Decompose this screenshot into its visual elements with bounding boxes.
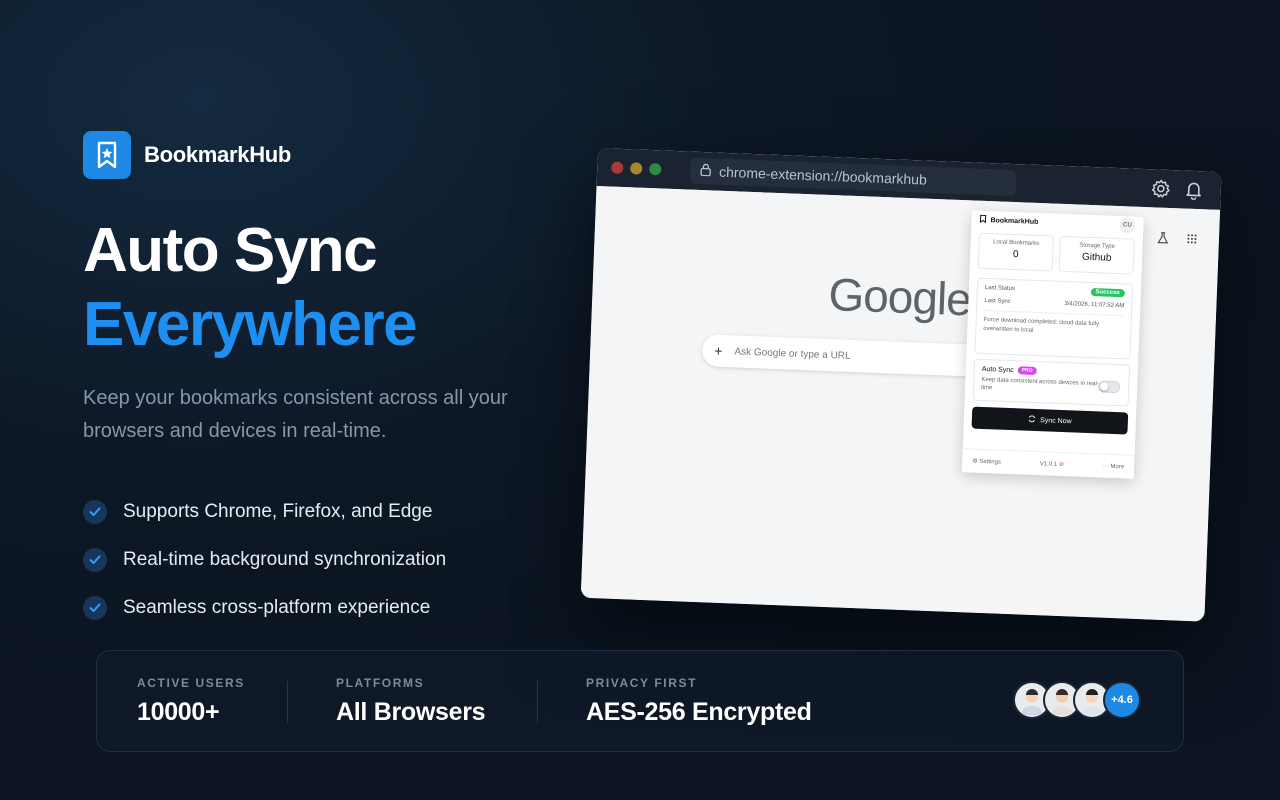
- stats-bar: ACTIVE USERS 10000+ PLATFORMS All Browse…: [96, 650, 1184, 752]
- divider: [537, 681, 538, 723]
- plus-icon: +: [714, 342, 723, 359]
- labs-flask-icon: [1157, 232, 1170, 247]
- popup-title-wrap: BookmarkHub: [979, 214, 1039, 227]
- stat-platforms: PLATFORMS All Browsers: [336, 676, 486, 727]
- local-bookmarks-value: 0: [1012, 249, 1019, 261]
- extension-popup: BookmarkHub CU Local Bookmarks 0 Storage…: [961, 210, 1144, 479]
- headline: Auto Sync Everywhere: [83, 214, 418, 362]
- stat-value: All Browsers: [336, 698, 486, 726]
- stat-label: PLATFORMS: [336, 676, 425, 690]
- feature-list: Supports Chrome, Firefox, and Edge Real-…: [83, 488, 446, 632]
- local-bookmarks-card: Local Bookmarks 0: [977, 232, 1054, 272]
- divider: [287, 681, 288, 723]
- bell-icon: [1184, 180, 1203, 206]
- address-text: chrome-extension://bookmarkhub: [718, 163, 928, 188]
- apps-grid-icon: [1187, 233, 1198, 248]
- lock-icon: [700, 163, 712, 179]
- more-menu[interactable]: ··· More: [1103, 463, 1125, 470]
- bookmark-icon: [979, 214, 987, 225]
- user-avatar[interactable]: CU: [1119, 217, 1136, 234]
- settings-link[interactable]: ⚙ Settings: [972, 458, 1001, 466]
- google-search-box: + Ask Google or type a URL: [701, 334, 983, 377]
- google-logo: Google: [827, 267, 972, 326]
- brand-name: BookmarkHub: [144, 142, 292, 167]
- stat-active-users: ACTIVE USERS 10000+: [137, 676, 245, 727]
- stat-label: ACTIVE USERS: [137, 676, 245, 690]
- feature-item: Supports Chrome, Firefox, and Edge: [83, 488, 446, 536]
- auto-sync-panel: Auto Sync PRO Keep data consistent acros…: [972, 358, 1131, 407]
- google-tools: [1157, 232, 1198, 249]
- toolbar-icons: [1150, 178, 1203, 205]
- popup-summary-cards: Local Bookmarks 0 Storage Type Github: [970, 228, 1144, 279]
- storage-type-label: Storage Type: [1079, 242, 1115, 250]
- last-status-label: Last Status: [984, 284, 1016, 293]
- rating-badge: +4.6: [1103, 681, 1141, 719]
- headline-line-2: Everywhere: [83, 290, 418, 359]
- stat-value: AES-256 Encrypted: [586, 698, 812, 726]
- storage-type-card: Storage Type Github: [1058, 235, 1135, 275]
- check-icon: [83, 500, 107, 524]
- last-sync-row: Last Sync 3/4/2026, 11:07:52 AM: [984, 298, 1124, 309]
- more-label: More: [1110, 463, 1125, 470]
- info-icon: ⊘: [1058, 461, 1065, 469]
- stat-label: PRIVACY FIRST: [586, 676, 698, 690]
- status-badge: Success: [1090, 288, 1125, 298]
- sync-message: Force download completed: cloud data ful…: [983, 309, 1124, 340]
- bookmark-star-icon: [83, 131, 131, 179]
- brand: BookmarkHub: [83, 131, 291, 179]
- auto-sync-label: Auto Sync: [981, 365, 1014, 374]
- sync-now-label: Sync Now: [1039, 416, 1072, 425]
- check-icon: [83, 548, 107, 572]
- feature-text: Seamless cross-platform experience: [123, 597, 431, 618]
- browser-mockup: chrome-extension://bookmarkhub Google + …: [580, 148, 1222, 622]
- settings-label: Settings: [979, 458, 1002, 466]
- popup-title: BookmarkHub: [990, 216, 1039, 226]
- stat-value: 10000+: [137, 698, 220, 726]
- feature-item: Seamless cross-platform experience: [83, 584, 446, 632]
- subtitle: Keep your bookmarks consistent across al…: [83, 387, 508, 442]
- browser-page: Google + Ask Google or type a URL Bookma…: [580, 185, 1221, 622]
- popup-footer: ⚙ Settings V1.0.1 ⊘ ··· More: [961, 448, 1135, 479]
- storage-type-value: Github: [1081, 251, 1112, 264]
- search-placeholder: Ask Google or type a URL: [734, 345, 851, 362]
- local-bookmarks-label: Local Bookmarks: [993, 239, 1040, 248]
- last-sync-label: Last Sync: [984, 297, 1011, 305]
- stat-privacy: PRIVACY FIRST AES-256 Encrypted: [586, 676, 812, 727]
- feature-text: Real-time background synchronization: [123, 549, 447, 570]
- feature-item: Real-time background synchronization: [83, 536, 446, 584]
- auto-sync-toggle[interactable]: [1097, 380, 1121, 394]
- pro-badge: PRO: [1017, 366, 1037, 375]
- window-minimize-dot: [630, 162, 643, 175]
- refresh-icon: [1028, 415, 1036, 425]
- window-maximize-dot: [649, 162, 662, 176]
- feature-text: Supports Chrome, Firefox, and Edge: [123, 501, 433, 522]
- gear-icon: [1150, 178, 1171, 204]
- version-label: V1.0.1 ⊘: [1040, 460, 1064, 468]
- auto-sync-description: Keep data consistent across devices in r…: [980, 376, 1099, 392]
- headline-line-1: Auto Sync: [83, 216, 378, 285]
- address-bar: chrome-extension://bookmarkhub: [689, 157, 1017, 197]
- sync-now-button[interactable]: Sync Now: [971, 406, 1129, 435]
- window-close-dot: [611, 161, 624, 174]
- last-status-row: Last Status Success: [984, 284, 1125, 298]
- version-text: V1.0.1: [1039, 461, 1058, 468]
- last-sync-value: 3/4/2026, 11:07:52 AM: [1064, 301, 1125, 310]
- sync-status-panel: Last Status Success Last Sync 3/4/2026, …: [974, 277, 1134, 360]
- check-icon: [83, 596, 107, 620]
- user-avatars: +4.6: [1013, 681, 1141, 719]
